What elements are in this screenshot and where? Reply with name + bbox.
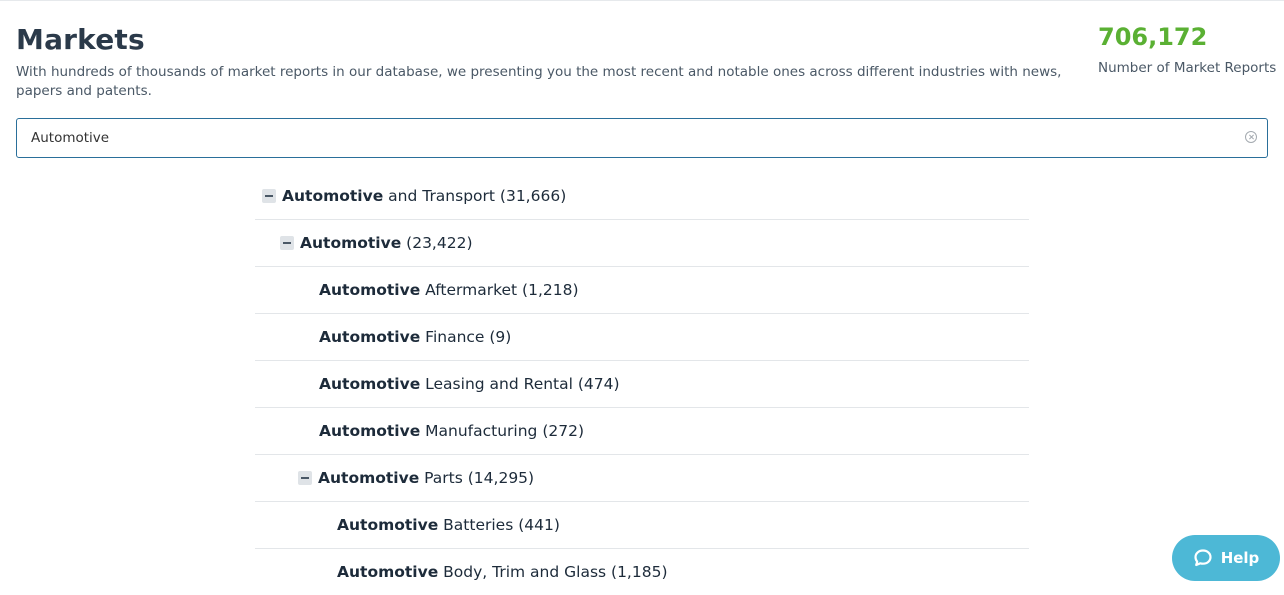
tree-item[interactable]: Automotive Parts (14,295) xyxy=(255,455,1029,502)
help-label: Help xyxy=(1221,549,1260,567)
search-match-highlight: Automotive xyxy=(319,281,420,299)
tree-item-text: Body, Trim and Glass (1,185) xyxy=(438,563,667,581)
tree-item[interactable]: Automotive (23,422) xyxy=(255,220,1029,267)
tree-item[interactable]: Automotive Aftermarket (1,218) xyxy=(255,267,1029,314)
market-tree: Automotive and Transport (31,666)Automot… xyxy=(255,173,1029,595)
tree-item-text: (23,422) xyxy=(401,234,472,252)
tree-item[interactable]: Automotive Batteries (441) xyxy=(255,502,1029,549)
search-match-highlight: Automotive xyxy=(318,469,419,487)
tree-item[interactable]: Automotive Leasing and Rental (474) xyxy=(255,361,1029,408)
report-count: 706,172 xyxy=(1098,23,1207,51)
tree-item-label: Automotive Parts (14,295) xyxy=(318,469,534,487)
search-match-highlight: Automotive xyxy=(319,422,420,440)
tree-item[interactable]: Automotive Finance (9) xyxy=(255,314,1029,361)
tree-item-text: Leasing and Rental (474) xyxy=(420,375,619,393)
tree-item-label: Automotive Body, Trim and Glass (1,185) xyxy=(337,563,668,581)
search-match-highlight: Automotive xyxy=(337,516,438,534)
page-description: With hundreds of thousands of market rep… xyxy=(16,63,1096,101)
tree-item-text: Aftermarket (1,218) xyxy=(420,281,578,299)
tree-item-text: Finance (9) xyxy=(420,328,511,346)
tree-item-label: Automotive Leasing and Rental (474) xyxy=(319,375,620,393)
search-match-highlight: Automotive xyxy=(319,375,420,393)
tree-item[interactable]: Automotive Body, Trim and Glass (1,185) xyxy=(255,549,1029,595)
clear-circle-icon[interactable] xyxy=(1245,131,1257,143)
collapse-icon[interactable] xyxy=(280,236,294,250)
report-count-label: Number of Market Reports xyxy=(1098,60,1276,76)
tree-item-label: Automotive and Transport (31,666) xyxy=(282,187,566,205)
search-match-highlight: Automotive xyxy=(282,187,383,205)
chat-bubble-icon xyxy=(1193,548,1213,568)
tree-item-text: Batteries (441) xyxy=(438,516,560,534)
search-match-highlight: Automotive xyxy=(300,234,401,252)
tree-item-text: Parts (14,295) xyxy=(419,469,534,487)
tree-item-label: Automotive Finance (9) xyxy=(319,328,511,346)
help-button[interactable]: Help xyxy=(1172,535,1280,581)
tree-item-label: Automotive Aftermarket (1,218) xyxy=(319,281,579,299)
tree-item-text: and Transport (31,666) xyxy=(383,187,566,205)
tree-item-text: Manufacturing (272) xyxy=(420,422,584,440)
search-box xyxy=(16,118,1268,158)
tree-item-label: Automotive Batteries (441) xyxy=(337,516,560,534)
tree-item[interactable]: Automotive Manufacturing (272) xyxy=(255,408,1029,455)
collapse-icon[interactable] xyxy=(262,189,276,203)
tree-item[interactable]: Automotive and Transport (31,666) xyxy=(255,173,1029,220)
tree-item-label: Automotive Manufacturing (272) xyxy=(319,422,584,440)
collapse-icon[interactable] xyxy=(298,471,312,485)
search-match-highlight: Automotive xyxy=(319,328,420,346)
search-input[interactable] xyxy=(31,119,1231,157)
tree-item-label: Automotive (23,422) xyxy=(300,234,473,252)
page-title: Markets xyxy=(16,23,145,56)
search-match-highlight: Automotive xyxy=(337,563,438,581)
